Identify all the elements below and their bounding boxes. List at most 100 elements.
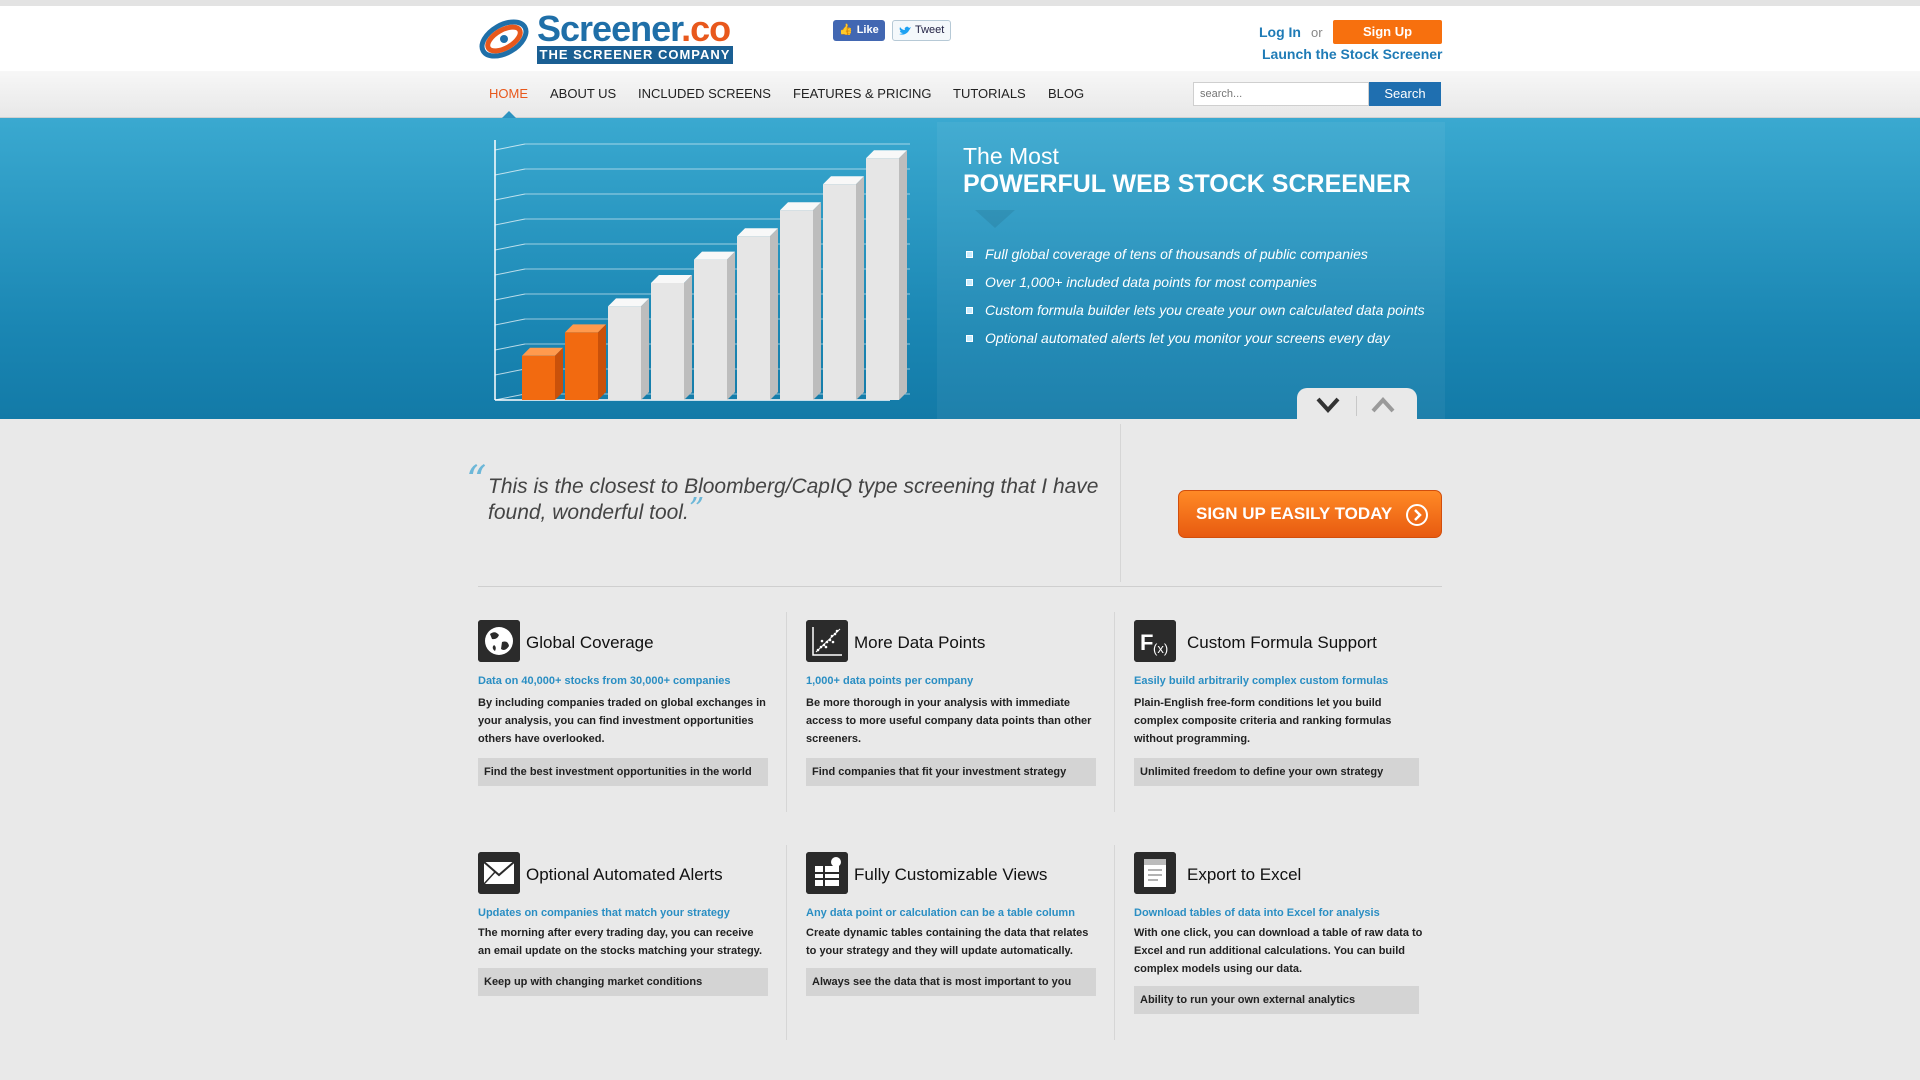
chart-grid-diagonal — [494, 143, 526, 151]
feature-title: Custom Formula Support — [1187, 633, 1377, 652]
tweet-button[interactable]: Tweet — [892, 20, 952, 41]
nav-tutorials[interactable]: TUTORIALS — [953, 86, 1026, 101]
hero-banner: The Most POWERFUL WEB STOCK SCREENER Ful… — [0, 118, 1920, 419]
chart-bar — [565, 324, 606, 400]
feature-subtitle: Any data point or calculation can be a t… — [806, 903, 1096, 996]
feature-subtitle: Easily build arbitrarily complex custom … — [1134, 671, 1424, 786]
feature-subtitle: Data on 40,000+ stocks from 30,000+ comp… — [478, 671, 768, 786]
hero-title-notch — [975, 210, 1015, 228]
feature-subtitle: Updates on companies that match your str… — [478, 903, 768, 996]
facebook-like-button[interactable]: 👍 Like — [833, 20, 885, 41]
envelope-icon — [478, 852, 520, 894]
nav-included-screens[interactable]: INCLUDED SCREENS — [638, 86, 771, 101]
nav-features-pricing[interactable]: FEATURES & PRICING — [793, 86, 931, 101]
chart-grid-diagonal — [494, 343, 526, 351]
chart-bar — [522, 347, 563, 400]
hero-title-line2: POWERFUL WEB STOCK SCREENER — [963, 170, 1411, 198]
nav-home[interactable]: HOME — [489, 86, 528, 101]
svg-text:F: F — [1140, 630, 1153, 655]
login-link[interactable]: Log In — [1259, 24, 1301, 40]
scatter-chart-icon — [806, 620, 848, 662]
feature-description: Plain-English free-form conditions let y… — [1134, 697, 1392, 745]
testimonial-divider — [1120, 424, 1121, 582]
logo-subtitle: THE SCREENER COMPANY — [537, 46, 733, 64]
chart-bar — [651, 275, 692, 400]
feature-description: Create dynamic tables containing the dat… — [806, 927, 1089, 957]
chart-grid-diagonal — [494, 243, 526, 251]
search-button[interactable]: Search — [1369, 82, 1441, 106]
facebook-like-label: Like — [856, 24, 879, 36]
chart-grid-diagonal — [494, 268, 526, 276]
quote-close-mark: ” — [688, 492, 705, 527]
feature-title: Global Coverage — [526, 633, 654, 652]
chevron-up-icon[interactable] — [1368, 393, 1398, 417]
bullet-square-icon — [966, 306, 973, 314]
feature-title: Export to Excel — [1187, 865, 1302, 884]
hero-bullet: Over 1,000+ included data points for mos… — [966, 268, 1425, 296]
logo-swirl-icon — [479, 19, 529, 59]
or-separator: or — [1311, 25, 1323, 40]
chart-bar — [823, 176, 864, 400]
feature-benefit-box: Find the best investment opportunities i… — [478, 758, 768, 786]
search-input[interactable] — [1193, 82, 1369, 106]
chart-bar — [737, 228, 778, 400]
feature-title: More Data Points — [854, 633, 986, 652]
signup-cta-label: SIGN UP EASILY TODAY — [1196, 504, 1393, 523]
bullet-square-icon — [966, 334, 973, 342]
signup-cta-button[interactable]: SIGN UP EASILY TODAY — [1178, 490, 1442, 538]
logo-text: Screener.co — [537, 8, 731, 49]
chart-grid-diagonal — [494, 368, 526, 376]
globe-icon — [478, 620, 520, 662]
chart-grid-diagonal — [494, 318, 526, 326]
slider-separator — [1356, 396, 1357, 416]
chart-bar — [608, 298, 649, 400]
feature-benefit-box: Unlimited freedom to define your own str… — [1134, 758, 1419, 786]
bullet-square-icon — [966, 278, 973, 286]
main-nav: HOME ABOUT US INCLUDED SCREENS FEATURES … — [0, 71, 1920, 118]
site-logo[interactable]: Screener.co THE SCREENER COMPANY — [477, 10, 737, 66]
hero-title-line1: The Most — [963, 143, 1059, 169]
arrow-right-circle-icon — [1406, 504, 1428, 526]
formula-icon: F (x) — [1134, 620, 1176, 662]
chart-grid-diagonal — [494, 293, 526, 301]
column-separator — [1114, 845, 1115, 1040]
chart-grid-diagonal — [494, 168, 526, 176]
hero-bullet: Custom formula builder lets you create y… — [966, 296, 1425, 324]
thumbs-up-icon: 👍 — [839, 24, 853, 36]
feature-description: Be more thorough in your analysis with i… — [806, 697, 1092, 745]
signup-button[interactable]: Sign Up — [1333, 20, 1442, 44]
bullet-square-icon — [966, 250, 973, 258]
nav-blog[interactable]: BLOG — [1048, 86, 1084, 101]
chart-bar — [780, 202, 821, 400]
feature-title: Fully Customizable Views — [854, 865, 1048, 884]
feature-benefit-box: Keep up with changing market conditions — [478, 968, 768, 996]
column-separator — [786, 612, 787, 812]
feature-title: Optional Automated Alerts — [526, 865, 723, 884]
excel-export-icon — [1134, 852, 1176, 894]
quote-open-mark: “ — [466, 458, 487, 504]
feature-benefit-box: Always see the data that is most importa… — [806, 968, 1096, 996]
section-divider — [478, 586, 1442, 587]
launch-screener-link[interactable]: Launch the Stock Screener — [1262, 46, 1443, 62]
chevron-down-icon[interactable] — [1313, 393, 1343, 417]
column-separator — [1114, 612, 1115, 812]
feature-description: With one click, you can download a table… — [1134, 927, 1423, 975]
column-separator — [786, 845, 787, 1040]
nav-about-us[interactable]: ABOUT US — [550, 86, 616, 101]
site-header: Screener.co THE SCREENER COMPANY 👍 Like … — [0, 6, 1920, 71]
feature-description: By including companies traded on global … — [478, 697, 766, 745]
testimonial-quote: This is the closest to Bloomberg/CapIQ t… — [488, 475, 1099, 527]
svg-text:(x): (x) — [1153, 641, 1168, 656]
hero-bullet: Optional automated alerts let you monito… — [966, 324, 1425, 352]
feature-benefit-box: Ability to run your own external analyti… — [1134, 986, 1419, 1014]
feature-subtitle: 1,000+ data points per company Be more t… — [806, 671, 1096, 786]
tweet-label: Tweet — [915, 24, 945, 36]
chart-bar — [866, 150, 907, 400]
hero-bullets: Full global coverage of tens of thousand… — [966, 240, 1425, 352]
hero-bar-chart-illustration — [494, 140, 910, 401]
chart-grid-diagonal — [494, 193, 526, 201]
twitter-bird-icon — [899, 26, 911, 35]
chart-grid-diagonal — [494, 393, 526, 401]
feature-subtitle: Download tables of data into Excel for a… — [1134, 903, 1424, 1014]
chart-grid-diagonal — [494, 218, 526, 226]
